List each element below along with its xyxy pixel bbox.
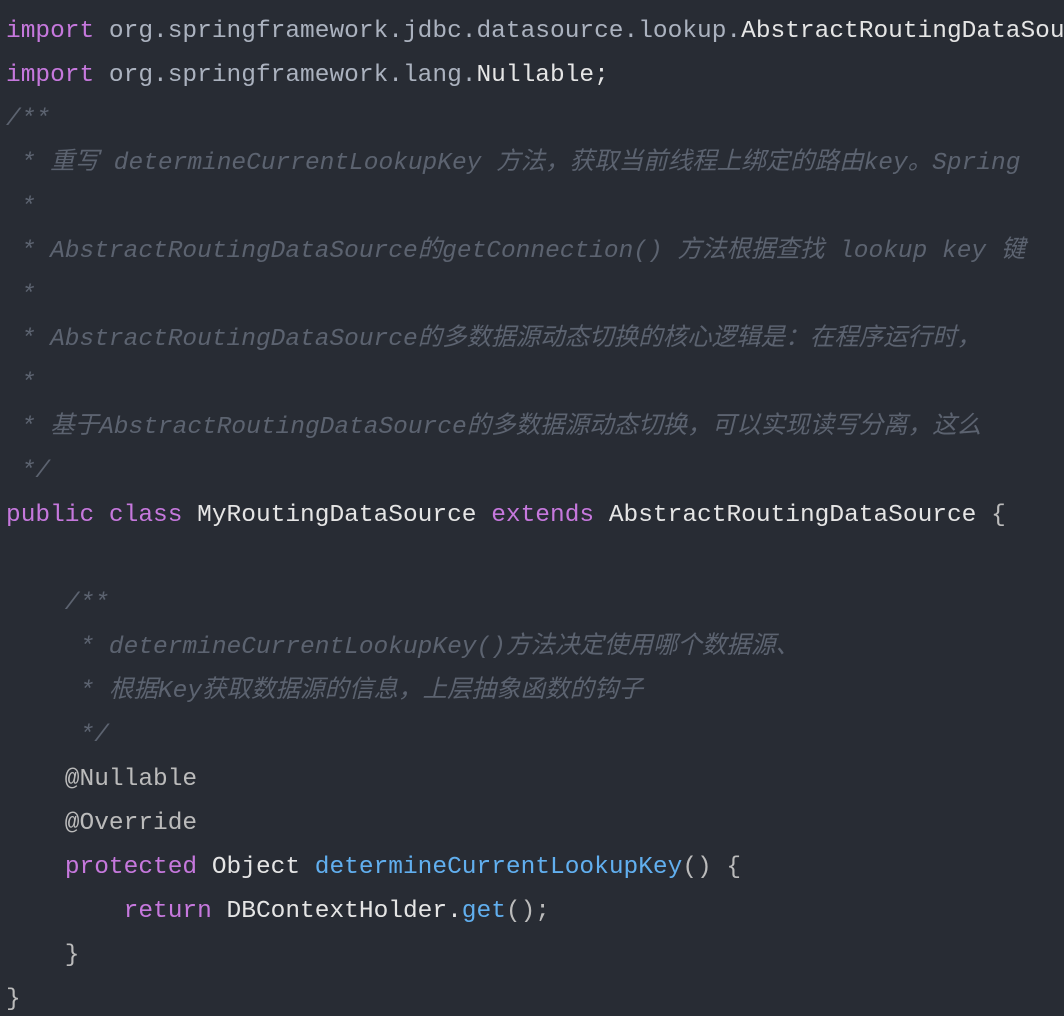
- code-line-11: */: [6, 458, 51, 485]
- code-line-15: * determineCurrentLookupKey()方法决定使用哪个数据源…: [6, 634, 800, 661]
- class-name: AbstractRoutingDataSource;: [741, 18, 1064, 45]
- code-line-14: /**: [6, 590, 109, 617]
- holder-class: DBContextHolder.: [226, 898, 462, 925]
- code-line-2: import org.springframework.lang.Nullable…: [6, 54, 609, 98]
- code-line-1: import org.springframework.jdbc.datasour…: [6, 10, 1064, 54]
- keyword-public: public: [6, 502, 95, 529]
- code-line-6: * AbstractRoutingDataSource的getConnectio…: [6, 238, 1026, 265]
- keyword-class: class: [108, 502, 183, 529]
- code-line-8: * AbstractRoutingDataSource的多数据源动态切换的核心逻…: [6, 326, 982, 353]
- code-line-23: }: [6, 986, 21, 1013]
- method-name: determineCurrentLookupKey: [314, 854, 683, 881]
- package-path: org.springframework.jdbc.datasource.look…: [94, 18, 742, 45]
- parent-class-name: AbstractRoutingDataSource: [608, 502, 977, 529]
- keyword-protected: protected: [64, 854, 198, 881]
- method-call-get: get: [461, 898, 506, 925]
- code-line-10: * 基于AbstractRoutingDataSource的多数据源动态切换，可…: [6, 414, 982, 441]
- code-line-17: */: [6, 722, 109, 749]
- keyword-import: import: [6, 62, 95, 89]
- call-rest: ();: [505, 898, 551, 925]
- method-signature-rest: () {: [682, 854, 742, 881]
- code-line-3: /**: [6, 106, 51, 133]
- code-line-12: public class MyRoutingDataSource extends…: [6, 494, 1006, 538]
- open-brace: {: [991, 502, 1006, 529]
- code-editor[interactable]: import org.springframework.jdbc.datasour…: [0, 0, 1064, 1016]
- code-line-19: @Override: [6, 810, 198, 837]
- code-line-21: return DBContextHolder.get();: [6, 890, 550, 934]
- class-name: Nullable;: [476, 62, 609, 89]
- code-line-5: *: [6, 194, 36, 221]
- keyword-return: return: [123, 898, 212, 925]
- code-line-9: *: [6, 370, 36, 397]
- code-line-18: @Nullable: [6, 766, 198, 793]
- code-line-7: *: [6, 282, 36, 309]
- code-line-4: * 重写 determineCurrentLookupKey 方法，获取当前线程…: [6, 150, 1021, 177]
- code-line-20: protected Object determineCurrentLookupK…: [6, 846, 741, 890]
- package-path: org.springframework.lang.: [94, 62, 477, 89]
- keyword-import: import: [6, 18, 95, 45]
- code-line-22: }: [6, 942, 80, 969]
- return-type: Object: [211, 854, 301, 881]
- code-line-16: * 根据Key获取数据源的信息，上层抽象函数的钩子: [6, 678, 644, 705]
- class-name: MyRoutingDataSource: [197, 502, 477, 529]
- keyword-extends: extends: [491, 502, 595, 529]
